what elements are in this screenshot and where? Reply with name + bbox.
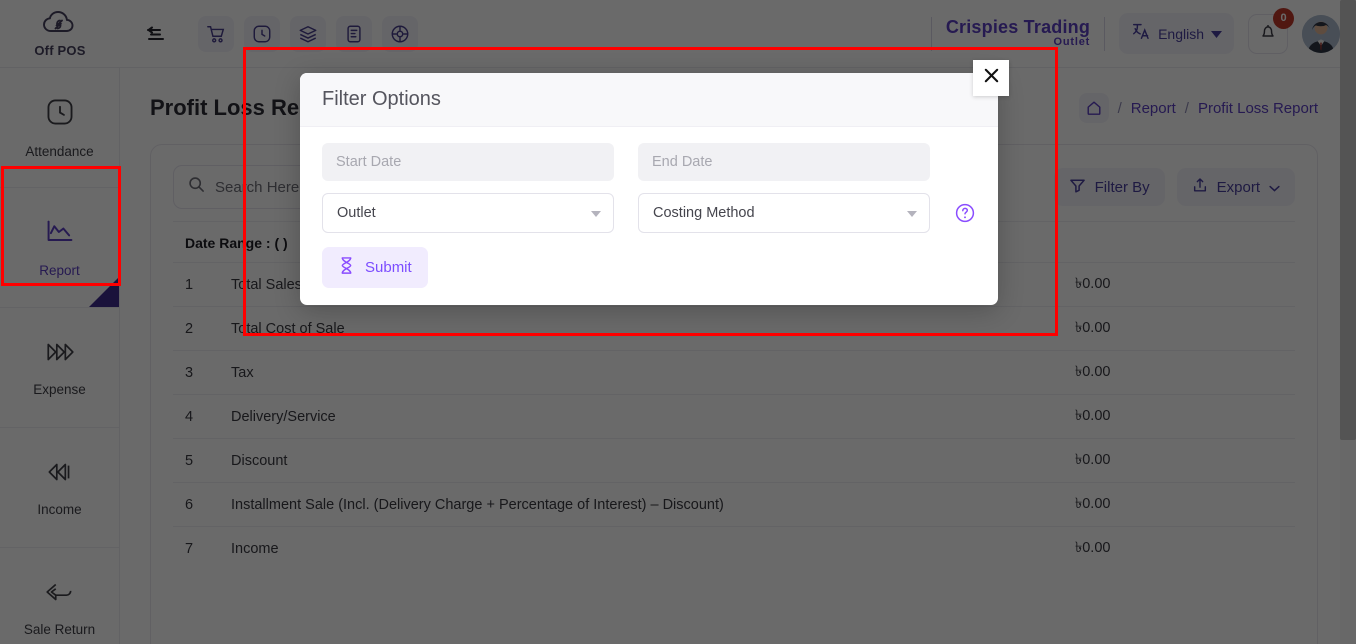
modal-title: Filter Options xyxy=(322,88,441,110)
start-date-placeholder: Start Date xyxy=(336,154,402,170)
submit-label: Submit xyxy=(365,259,412,276)
select-fields-row: Outlet Costing Method xyxy=(322,193,976,233)
close-icon xyxy=(982,66,1001,90)
outlet-select-value: Outlet xyxy=(337,205,376,221)
costing-method-select[interactable]: Costing Method xyxy=(638,193,930,233)
date-fields-row: Start Date End Date xyxy=(322,143,976,181)
modal-header: Filter Options xyxy=(300,73,998,127)
hourglass-icon xyxy=(338,256,355,279)
end-date-placeholder: End Date xyxy=(652,154,713,170)
costing-method-select-value: Costing Method xyxy=(653,205,755,221)
help-circle-icon[interactable] xyxy=(954,202,976,224)
filter-options-modal: Filter Options Start Date End Date Outle… xyxy=(300,73,998,305)
modal-body: Start Date End Date Outlet Costing Metho… xyxy=(300,127,998,288)
chevron-down-icon xyxy=(907,211,917,217)
outlet-select[interactable]: Outlet xyxy=(322,193,614,233)
chevron-down-icon xyxy=(591,211,601,217)
close-modal-button[interactable] xyxy=(973,60,1009,96)
submit-button[interactable]: Submit xyxy=(322,247,428,288)
end-date-input[interactable]: End Date xyxy=(638,143,930,181)
start-date-input[interactable]: Start Date xyxy=(322,143,614,181)
